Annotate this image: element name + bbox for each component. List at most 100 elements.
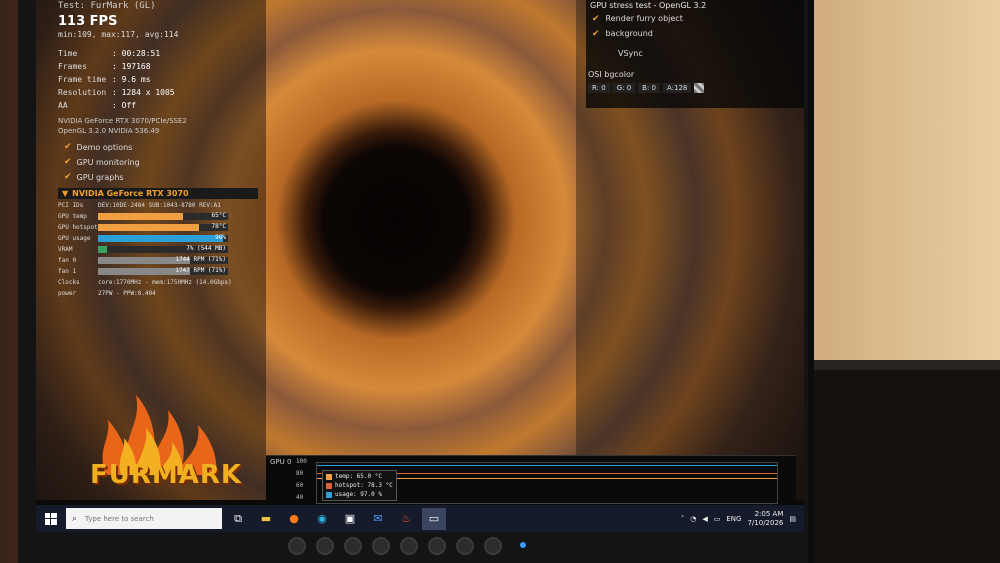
metric-fill xyxy=(98,234,223,242)
metric-key: fan 0 xyxy=(58,256,77,264)
metric-key: GPU temp xyxy=(58,212,87,220)
render-furry-toggle[interactable]: ✔ Render furry object xyxy=(592,11,804,26)
metric-key: fan 1 xyxy=(58,267,77,275)
y-tick: 80 xyxy=(296,470,304,477)
mail-icon[interactable]: ✉ xyxy=(366,508,390,530)
furmark-app-icon[interactable]: ♨ xyxy=(394,508,418,530)
metric-value: 1744 RPM (71%) xyxy=(175,255,226,263)
settings-panel: GPU stress test - OpenGL 3.2 ✔ Render fur… xyxy=(586,0,804,108)
metric-value: 7% (544 MB) xyxy=(186,244,226,252)
windows-icon xyxy=(45,512,57,525)
metric-row: fan 0 1744 RPM (71%) xyxy=(58,255,258,265)
task-view-icon[interactable]: ⧉ xyxy=(226,508,250,530)
notification-icon[interactable]: ▤ xyxy=(789,515,796,523)
bezel-button[interactable] xyxy=(344,537,362,555)
volume-icon[interactable]: ◀ xyxy=(702,515,707,523)
power-key: power xyxy=(58,289,77,297)
bezel-button[interactable] xyxy=(288,537,306,555)
metric-bar: 7% (544 MB) xyxy=(98,244,228,253)
stat-row-time: Time: 00:28:51 xyxy=(58,47,258,60)
bgcolor-r[interactable]: R: 0 xyxy=(588,83,610,93)
pci-value: DEV:10DE-2484 SUB:1043-8780 REV:A1 xyxy=(98,201,221,209)
stat-value: : 1284 x 1005 xyxy=(112,88,175,97)
shelf xyxy=(790,370,1000,563)
graph-legend: temp: 65.0 °C hotspot: 78.3 °C usage: 97… xyxy=(322,470,397,501)
legend-usage: usage: 97.0 % xyxy=(326,490,393,499)
gpu-header[interactable]: ▼ NVIDIA GeForce RTX 3070 xyxy=(58,188,258,199)
screen: Test: FurMark (GL) 113 FPS min:109, max:… xyxy=(36,0,804,532)
stat-key: Frame time xyxy=(58,75,107,84)
check-icon: ✔ xyxy=(64,172,72,182)
option-gpu-monitoring[interactable]: ✔ GPU monitoring xyxy=(64,155,258,170)
battery-icon[interactable]: ▭ xyxy=(714,515,721,523)
metric-bar: 78°C xyxy=(98,223,228,231)
metric-value: 1747 RPM (71%) xyxy=(175,266,226,274)
store-icon[interactable]: ▣ xyxy=(338,508,362,530)
metric-fill xyxy=(98,245,108,253)
language-indicator[interactable]: ENG xyxy=(726,515,741,523)
legend-temp: temp: 65.0 °C xyxy=(326,472,393,481)
file-explorer-icon[interactable]: ▬ xyxy=(254,508,278,530)
stat-key: Time xyxy=(58,49,78,58)
option-label: GPU monitoring xyxy=(76,158,140,167)
bezel-button[interactable] xyxy=(372,537,390,555)
monitor: Test: FurMark (GL) 113 FPS min:109, max:… xyxy=(18,0,814,563)
info-panel: Test: FurMark (GL) 113 FPS min:109, max:… xyxy=(58,0,258,185)
bezel-button[interactable] xyxy=(484,537,502,555)
bgcolor-b[interactable]: B: 0 xyxy=(638,83,660,93)
metric-value: 65°C xyxy=(211,211,226,219)
taskbar-search[interactable]: ⌕ xyxy=(66,508,222,529)
furmark-logo: FURMARK xyxy=(86,370,246,500)
y-tick: 100 xyxy=(296,458,307,465)
logo-text: FURMARK xyxy=(89,460,243,490)
stat-value: : 197168 xyxy=(112,62,151,71)
stat-row-aa: AA: Off xyxy=(58,99,258,112)
pci-row: PCI IDs DEV:10DE-2484 SUB:1043-8780 REV:… xyxy=(58,200,258,210)
usage-line xyxy=(317,465,777,466)
opengl-version: OpenGL 3.2.0 NVIDIA 536.49 xyxy=(58,127,160,135)
edge-icon[interactable]: ◉ xyxy=(310,508,334,530)
metric-row: fan 1 1747 RPM (71%) xyxy=(58,266,258,276)
search-input[interactable] xyxy=(83,513,208,524)
metric-bar: 1747 RPM (71%) xyxy=(98,266,228,275)
option-gpu-graphs[interactable]: ✔ GPU graphs xyxy=(64,170,258,185)
gpu-monitor-panel: ▼ NVIDIA GeForce RTX 3070 PCI IDs DEV:10… xyxy=(58,188,258,298)
osd-bgcolor-label: OSI bgcolor xyxy=(588,70,635,79)
setting-label: background xyxy=(605,29,653,38)
bezel-button[interactable] xyxy=(400,537,418,555)
clock[interactable]: 2:05 AM 7/10/2026 xyxy=(747,510,783,528)
power-value: 27PW - PPW:0.404 xyxy=(98,289,156,297)
metric-bar: 1744 RPM (71%) xyxy=(98,255,228,264)
background-toggle[interactable]: ✔ background xyxy=(592,26,804,41)
bezel-button[interactable] xyxy=(316,537,334,555)
graph-label: GPU 0 xyxy=(270,458,292,466)
bezel-button[interactable] xyxy=(428,537,446,555)
taskbar: ⌕ ⧉ ▬ ● ◉ ▣ ✉ ♨ ▭ ˄ ◔ ◀ ▭ ENG 2:05 AM 7/… xyxy=(36,505,804,532)
check-icon: ✔ xyxy=(592,28,600,39)
bezel-button[interactable] xyxy=(456,537,474,555)
bgcolor-a[interactable]: A:128 xyxy=(663,83,692,93)
firefox-icon[interactable]: ● xyxy=(282,508,306,530)
option-demo[interactable]: ✔ Demo options xyxy=(64,140,258,155)
metric-row: GPU usage 96% xyxy=(58,233,258,243)
y-tick: 60 xyxy=(296,482,304,489)
option-label: Demo options xyxy=(76,143,133,152)
chevron-up-icon[interactable]: ˄ xyxy=(681,515,685,523)
bezel-buttons xyxy=(288,537,526,555)
option-label: GPU graphs xyxy=(76,173,124,182)
bgcolor-g[interactable]: G: 0 xyxy=(612,83,636,93)
check-icon: ✔ xyxy=(64,142,72,152)
stat-row-frames: Frames: 197168 xyxy=(58,60,258,73)
color-swatch-icon[interactable] xyxy=(694,83,705,93)
gpu-info: NVIDIA GeForce RTX 3070/PCIe/SSE2 OpenGL… xyxy=(58,116,258,136)
stat-key: Resolution xyxy=(58,88,107,97)
start-button[interactable] xyxy=(36,505,66,532)
test-title: Test: FurMark (GL) xyxy=(58,1,156,11)
bgcolor-fields: R: 0 G: 0 B: 0 A:128 xyxy=(588,83,804,93)
active-window-icon[interactable]: ▭ xyxy=(422,507,446,530)
metric-row: GPU hotspot 78°C xyxy=(58,222,258,232)
power-led xyxy=(520,542,526,548)
network-icon[interactable]: ◔ xyxy=(690,515,696,523)
stat-value: : 9.6 ms xyxy=(112,75,151,84)
vsync-toggle[interactable]: VSync xyxy=(618,49,804,58)
